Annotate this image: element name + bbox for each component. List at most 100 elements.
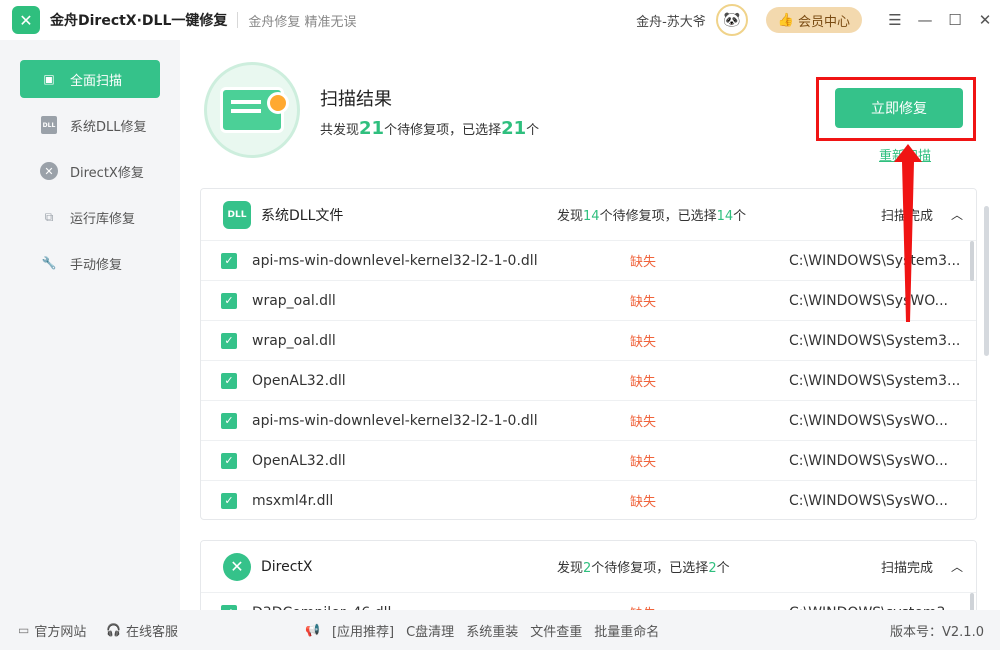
menu-icon[interactable]: ☰ [880, 0, 910, 40]
scan-summary: 扫描结果 共发现21个待修复项，已选择21个 立即修复 重新扫描 [180, 40, 1000, 188]
vip-center-button[interactable]: 👍 会员中心 [765, 7, 862, 33]
username[interactable]: 金舟-苏大爷 [636, 11, 706, 30]
category-name: 系统DLL文件 [261, 207, 344, 224]
sidebar-item-directx-repair[interactable]: ✕ DirectX修复 [20, 152, 160, 190]
count-selected: 2 [708, 561, 717, 576]
file-name: OpenAL32.dll [252, 372, 346, 389]
category-status: 扫描完成 [881, 209, 934, 224]
file-path: C:\WINDOWS\System3... [789, 252, 959, 269]
avatar[interactable]: 🐼 [715, 4, 748, 36]
minimize-icon[interactable]: — [910, 0, 940, 40]
sidebar-item-full-scan[interactable]: ▣ 全面扫描 [20, 60, 160, 98]
runtime-icon: ⧉ [44, 209, 54, 224]
directx-category-header[interactable]: ✕ DirectX 发现2个待修复项，已选择2个 扫描完成 ︿ [201, 541, 976, 593]
file-row[interactable]: ✓ OpenAL32.dll 缺失 C:\WINDOWS\System3... [201, 361, 976, 401]
file-path: C:\WINDOWS\SysWO... [789, 292, 949, 309]
file-row[interactable]: ✓ OpenAL32.dll 缺失 C:\WINDOWS\SysWO... [201, 441, 976, 481]
file-status: 缺失 [630, 255, 657, 270]
sidebar-item-runtime-repair[interactable]: ⧉ 运行库修复 [20, 198, 160, 236]
file-status: 缺失 [630, 603, 656, 610]
rescan-link[interactable]: 重新扫描 [879, 145, 931, 164]
file-path: C:\WINDOWS\System3... [789, 332, 959, 349]
footer: ▭ 官方网站 🎧 在线客服 📢 [应用推荐] C盘清理 系统重装 文件查重 批量… [0, 610, 1000, 650]
file-name: wrap_oal.dll [252, 292, 336, 309]
main-content: 扫描结果 共发现21个待修复项，已选择21个 立即修复 重新扫描 DLL 系统D… [180, 40, 1000, 610]
count-suffix: 个 [716, 561, 730, 576]
app-slogan: 金舟修复 精准无误 [248, 14, 357, 30]
chevron-up-icon[interactable]: ︿ [951, 206, 963, 223]
directx-logo-icon: ✕ [223, 552, 251, 581]
checkbox[interactable]: ✓ [221, 492, 237, 509]
summary-found-prefix: 共发现 [320, 123, 360, 138]
panel-scrollbar[interactable] [970, 241, 974, 281]
checkbox[interactable]: ✓ [221, 452, 237, 469]
footer-recommendations: 📢 [应用推荐] C盘清理 系统重装 文件查重 批量重命名 [305, 621, 659, 640]
summary-found-count: 21 [359, 118, 385, 139]
title-divider [237, 12, 239, 28]
footer-link-batch-rename[interactable]: 批量重命名 [594, 621, 659, 640]
file-name: api-ms-win-downlevel-kernel32-l2-1-0.dll [252, 412, 538, 429]
app-logo-icon: ✕ [12, 6, 40, 34]
sidebar-item-label: 系统DLL修复 [70, 119, 147, 135]
category-status: 扫描完成 [881, 561, 934, 576]
official-site-label: 官方网站 [34, 624, 87, 640]
count-selected: 14 [716, 209, 734, 224]
checkbox[interactable]: ✓ [221, 372, 237, 389]
scan-icon: ▣ [43, 72, 55, 86]
count-mid: 个待修复项，已选择 [599, 209, 717, 224]
checkbox[interactable]: ✓ [221, 292, 237, 309]
chevron-up-icon[interactable]: ︿ [951, 558, 963, 575]
file-row[interactable]: ✓ wrap_oal.dll 缺失 C:\WINDOWS\SysWO... [201, 281, 976, 321]
dll-file-list: ✓ api-ms-win-downlevel-kernel32-l2-1-0.dl… [201, 241, 976, 519]
online-service-label: 在线客服 [125, 624, 178, 640]
fix-now-button[interactable]: 立即修复 [835, 88, 963, 128]
category-name: DirectX [261, 558, 313, 575]
file-status: 缺失 [630, 335, 657, 350]
file-row[interactable]: ✓ wrap_oal.dll 缺失 C:\WINDOWS\System3... [201, 321, 976, 361]
vip-center-label: 会员中心 [797, 14, 850, 30]
file-name: OpenAL32.dll [252, 452, 346, 469]
panel-scrollbar[interactable] [970, 593, 974, 610]
file-row[interactable]: ✓D3DCompiler_46.dll缺失C:\WINDOWS\system3.… [201, 593, 976, 610]
file-row[interactable]: ✓ msxml4r.dll 缺失 C:\WINDOWS\SysWO... [201, 481, 976, 519]
footer-link-system-reinstall[interactable]: 系统重装 [466, 621, 518, 640]
summary-title: 扫描结果 [320, 89, 392, 110]
maximize-icon[interactable]: ☐ [940, 0, 970, 40]
checkbox[interactable]: ✓ [221, 332, 237, 349]
file-row[interactable]: ✓ api-ms-win-downlevel-kernel32-l2-1-0.dl… [201, 401, 976, 441]
sidebar-item-dll-repair[interactable]: DLL 系统DLL修复 [20, 106, 160, 144]
official-site-link[interactable]: ▭ 官方网站 [18, 621, 86, 640]
category-count: 发现2个待修复项，已选择2个 [557, 557, 730, 576]
sidebar-item-label: 手动修复 [70, 257, 123, 273]
sidebar: ▣ 全面扫描 DLL 系统DLL修复 ✕ DirectX修复 ⧉ 运行库修复 🔧… [0, 40, 180, 610]
summary-found-suffix: 个 [526, 123, 540, 138]
file-path: C:\WINDOWS\SysWO... [789, 452, 949, 469]
count-suffix: 个 [733, 209, 747, 224]
footer-link-file-dedupe[interactable]: 文件查重 [530, 621, 582, 640]
footer-link-c-drive-clean[interactable]: C盘清理 [406, 621, 454, 640]
directx-category-panel: ✕ DirectX 发现2个待修复项，已选择2个 扫描完成 ︿ ✓D3DComp… [200, 540, 977, 610]
sidebar-item-manual-repair[interactable]: 🔧 手动修复 [20, 244, 160, 282]
summary-counts: 共发现21个待修复项，已选择21个 [320, 118, 539, 139]
count-found: 14 [583, 209, 600, 224]
title-bar: ✕ 金舟DirectX·DLL一键修复 金舟修复 精准无误 金舟-苏大爷 🐼 👍… [0, 0, 1000, 40]
sidebar-item-label: 运行库修复 [70, 211, 136, 227]
file-path: C:\WINDOWS\System3... [789, 372, 959, 389]
directx-icon: ✕ [40, 162, 58, 180]
checkbox[interactable]: ✓ [221, 252, 237, 269]
online-service-link[interactable]: 🎧 在线客服 [106, 621, 178, 640]
file-status: 缺失 [630, 415, 657, 430]
count-mid: 个待修复项，已选择 [591, 561, 709, 576]
summary-selected-count: 21 [501, 118, 527, 139]
file-path: C:\WINDOWS\SysWO... [789, 492, 949, 509]
checkbox[interactable]: ✓ [221, 412, 237, 429]
file-row[interactable]: ✓ api-ms-win-downlevel-kernel32-l2-1-0.dl… [201, 241, 976, 281]
file-name: api-ms-win-downlevel-kernel32-l2-1-0.dll [252, 252, 538, 269]
count-prefix: 发现 [557, 561, 584, 576]
main-scrollbar[interactable] [984, 206, 989, 356]
file-status: 缺失 [630, 375, 657, 390]
headset-icon: 🎧 [106, 623, 121, 637]
count-prefix: 发现 [557, 209, 584, 224]
close-icon[interactable]: ✕ [970, 0, 1000, 40]
dll-category-header[interactable]: DLL 系统DLL文件 发现14个待修复项，已选择14个 扫描完成 ︿ [201, 189, 976, 241]
